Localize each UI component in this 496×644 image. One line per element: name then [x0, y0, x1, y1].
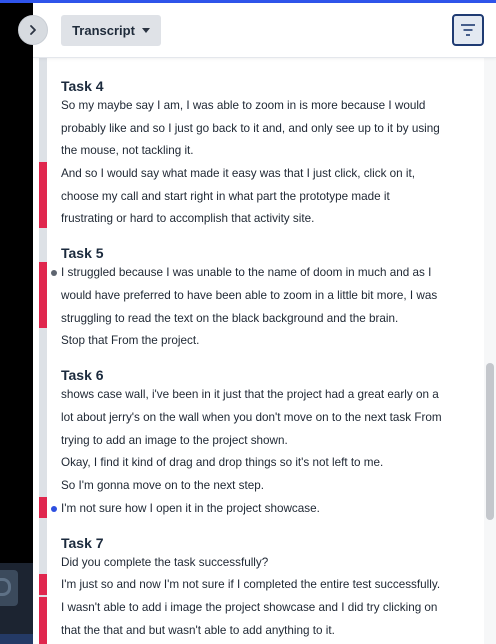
- task-title: Task 7: [61, 535, 104, 551]
- transcript-line[interactable]: that the that and but wasn't able to add…: [61, 624, 335, 637]
- transcript-line[interactable]: Did you complete the task successfully?: [61, 556, 268, 569]
- chevron-right-icon: [30, 25, 36, 35]
- transcript-line[interactable]: lot about jerry's on the wall when you d…: [61, 411, 442, 424]
- transcript-line[interactable]: So I'm gonna move on to the next step.: [61, 479, 264, 492]
- transcript-line[interactable]: the mouse, not tackling it.: [61, 144, 194, 157]
- transcript-line[interactable]: I'm not sure how I open it in the projec…: [61, 502, 320, 515]
- transcript-body: Task 4 So my maybe say I am, I was able …: [33, 58, 483, 644]
- transcript-line[interactable]: probably like and so I just go back to i…: [61, 122, 440, 135]
- transcript-line[interactable]: frustrating or hard to accomplish that a…: [61, 212, 314, 225]
- transcript-line[interactable]: would have preferred to have been able t…: [61, 289, 437, 302]
- highlight-marker[interactable]: [39, 497, 47, 518]
- speaker-dot: [51, 506, 57, 512]
- transcript-line[interactable]: shows case wall, i've been in it just th…: [61, 388, 439, 401]
- filter-button[interactable]: [452, 14, 484, 46]
- transcript-line[interactable]: I'm just so and now I'm not sure if I co…: [61, 578, 440, 591]
- transcript-line[interactable]: I struggled because I was unable to the …: [61, 266, 431, 279]
- highlight-marker[interactable]: [39, 597, 47, 644]
- highlight-marker[interactable]: [39, 162, 47, 228]
- caret-down-icon: [141, 28, 150, 33]
- transcript-timeline: [39, 58, 47, 644]
- transcript-line[interactable]: struggling to read the text on the black…: [61, 312, 398, 325]
- scrollbar-track[interactable]: [484, 58, 496, 644]
- transcript-line[interactable]: choose my call and start right in what p…: [61, 190, 390, 203]
- speaker-dot: [51, 270, 57, 276]
- transcript-line[interactable]: I wasn't able to add i image the project…: [61, 601, 437, 614]
- collapse-panel-button[interactable]: [18, 15, 48, 45]
- side-panel-tab-icon[interactable]: [0, 570, 18, 606]
- dropdown-label: Transcript: [72, 23, 135, 38]
- highlight-marker[interactable]: [39, 574, 47, 595]
- side-panel-stripe: [0, 634, 33, 644]
- highlight-marker[interactable]: [39, 262, 47, 328]
- task-title: Task 5: [61, 245, 104, 261]
- transcript-line[interactable]: And so I would say what made it easy was…: [61, 167, 415, 180]
- scrollbar-thumb[interactable]: [486, 363, 494, 520]
- transcript-line[interactable]: Okay, I find it kind of drag and drop th…: [61, 456, 383, 469]
- transcript-view-dropdown[interactable]: Transcript: [61, 15, 161, 46]
- transcript-line[interactable]: trying to add an image to the project sh…: [61, 434, 288, 447]
- app-side-panel: [0, 3, 33, 644]
- task-title: Task 6: [61, 367, 104, 383]
- transcript-header: Transcript: [18, 3, 496, 58]
- transcript-line[interactable]: Stop that From the project.: [61, 334, 199, 347]
- task-title: Task 4: [61, 78, 104, 94]
- transcript-line[interactable]: So my maybe say I am, I was able to zoom…: [61, 99, 425, 112]
- filter-lines-icon: [461, 24, 475, 36]
